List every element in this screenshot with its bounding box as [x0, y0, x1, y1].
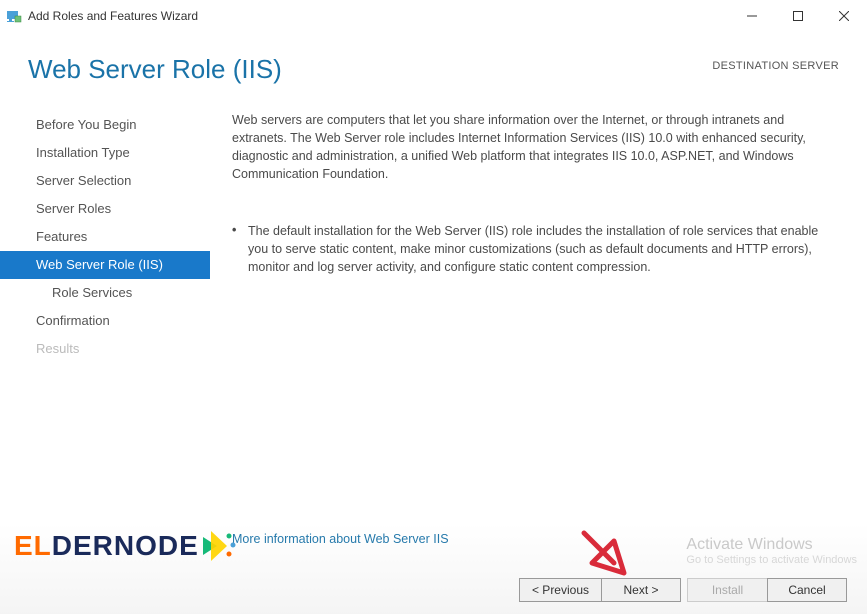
window-title: Add Roles and Features Wizard	[28, 9, 729, 23]
window-titlebar: Add Roles and Features Wizard	[0, 0, 867, 32]
sidebar-item-server-selection[interactable]: Server Selection	[0, 167, 210, 195]
logo-part-el: EL	[14, 530, 52, 562]
content-intro-text: Web servers are computers that let you s…	[232, 111, 837, 184]
action-button-group: Install Cancel	[687, 578, 847, 602]
eldernode-logo: ELDERNODE	[14, 530, 237, 562]
bullet-icon: •	[232, 222, 242, 276]
nav-button-group: < Previous Next >	[519, 578, 681, 602]
watermark-sub: Go to Settings to activate Windows	[686, 554, 857, 566]
content-bullet-1: • The default installation for the Web S…	[232, 222, 837, 276]
cancel-button[interactable]: Cancel	[767, 578, 847, 602]
sidebar-item-before-you-begin[interactable]: Before You Begin	[0, 111, 210, 139]
wizard-footer: < Previous Next > Install Cancel	[519, 578, 847, 602]
previous-button[interactable]: < Previous	[519, 578, 601, 602]
sidebar-item-features[interactable]: Features	[0, 223, 210, 251]
server-manager-icon	[6, 8, 22, 24]
sidebar-item-confirmation[interactable]: Confirmation	[0, 307, 210, 335]
sidebar-item-results: Results	[0, 335, 210, 363]
wizard-header: Web Server Role (IIS) DESTINATION SERVER	[0, 32, 867, 93]
page-title: Web Server Role (IIS)	[28, 54, 282, 85]
wizard-body: Before You Begin Installation Type Serve…	[0, 93, 867, 543]
close-button[interactable]	[821, 0, 867, 32]
next-button[interactable]: Next >	[601, 578, 681, 602]
sidebar-item-web-server-role[interactable]: Web Server Role (IIS)	[0, 251, 210, 279]
sidebar-item-installation-type[interactable]: Installation Type	[0, 139, 210, 167]
logo-part-der: DER	[52, 530, 114, 562]
wizard-sidebar: Before You Begin Installation Type Serve…	[0, 111, 210, 543]
logo-decor-icon	[201, 531, 237, 561]
sidebar-item-server-roles[interactable]: Server Roles	[0, 195, 210, 223]
logo-part-node: NODE	[114, 530, 199, 562]
sidebar-item-role-services[interactable]: Role Services	[0, 279, 210, 307]
maximize-button[interactable]	[775, 0, 821, 32]
destination-server-label: DESTINATION SERVER	[712, 54, 839, 72]
install-button: Install	[687, 578, 767, 602]
wizard-content: Web servers are computers that let you s…	[210, 111, 867, 543]
more-info-link[interactable]: More information about Web Server IIS	[232, 532, 449, 546]
minimize-button[interactable]	[729, 0, 775, 32]
bullet-text: The default installation for the Web Ser…	[248, 222, 837, 276]
window-controls	[729, 0, 867, 31]
